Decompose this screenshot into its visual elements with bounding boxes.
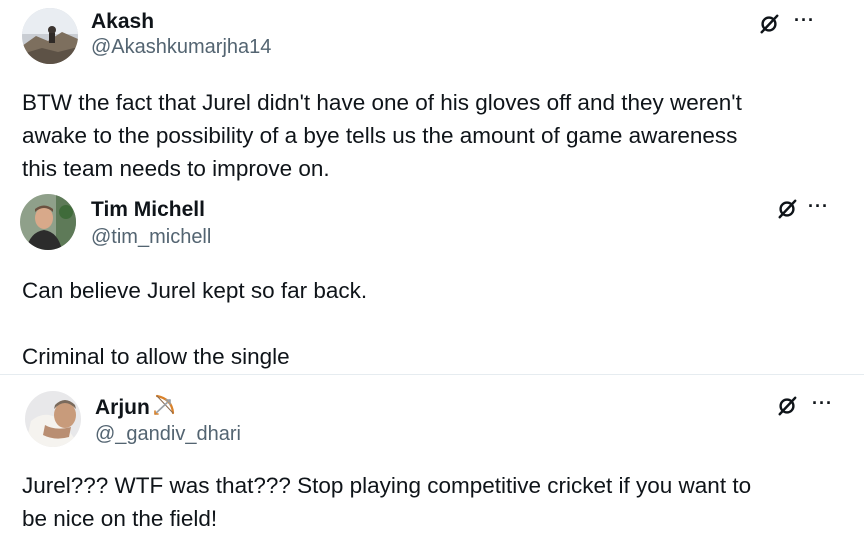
more-options-icon[interactable]: ···: [808, 196, 829, 217]
avatar[interactable]: [22, 8, 78, 64]
grok-icon[interactable]: [758, 13, 780, 35]
avatar[interactable]: [20, 194, 76, 250]
grok-icon[interactable]: [776, 198, 798, 220]
avatar[interactable]: [25, 391, 81, 447]
post-arjun[interactable]: Arjun @_gandiv_dhari ··· Jurel??? WTF wa…: [0, 375, 850, 540]
bow-and-arrow-emoji: [152, 393, 176, 417]
author-name-text: Arjun: [95, 396, 150, 419]
post-text: Can believe Jurel kept so far back. Crim…: [22, 278, 368, 369]
more-options-icon[interactable]: ···: [794, 10, 815, 31]
post-akash[interactable]: Akash @Akashkumarjha14 ··· BTW the fact …: [0, 0, 850, 186]
author-handle[interactable]: @Akashkumarjha14: [91, 36, 271, 59]
author-name[interactable]: Arjun: [95, 393, 176, 420]
author-handle[interactable]: @_gandiv_dhari: [95, 423, 241, 446]
post-tim-michell[interactable]: Tim Michell @tim_michell ··· Can believe…: [0, 186, 842, 374]
author-name[interactable]: Tim Michell: [91, 198, 205, 222]
post-text: Jurel??? WTF was that??? Stop playing co…: [22, 473, 752, 531]
author-name[interactable]: Akash: [91, 10, 154, 34]
grok-icon[interactable]: [776, 395, 798, 417]
post-text: BTW the fact that Jurel didn't have one …: [22, 90, 742, 181]
more-options-icon[interactable]: ···: [812, 393, 833, 414]
author-handle[interactable]: @tim_michell: [91, 226, 211, 249]
